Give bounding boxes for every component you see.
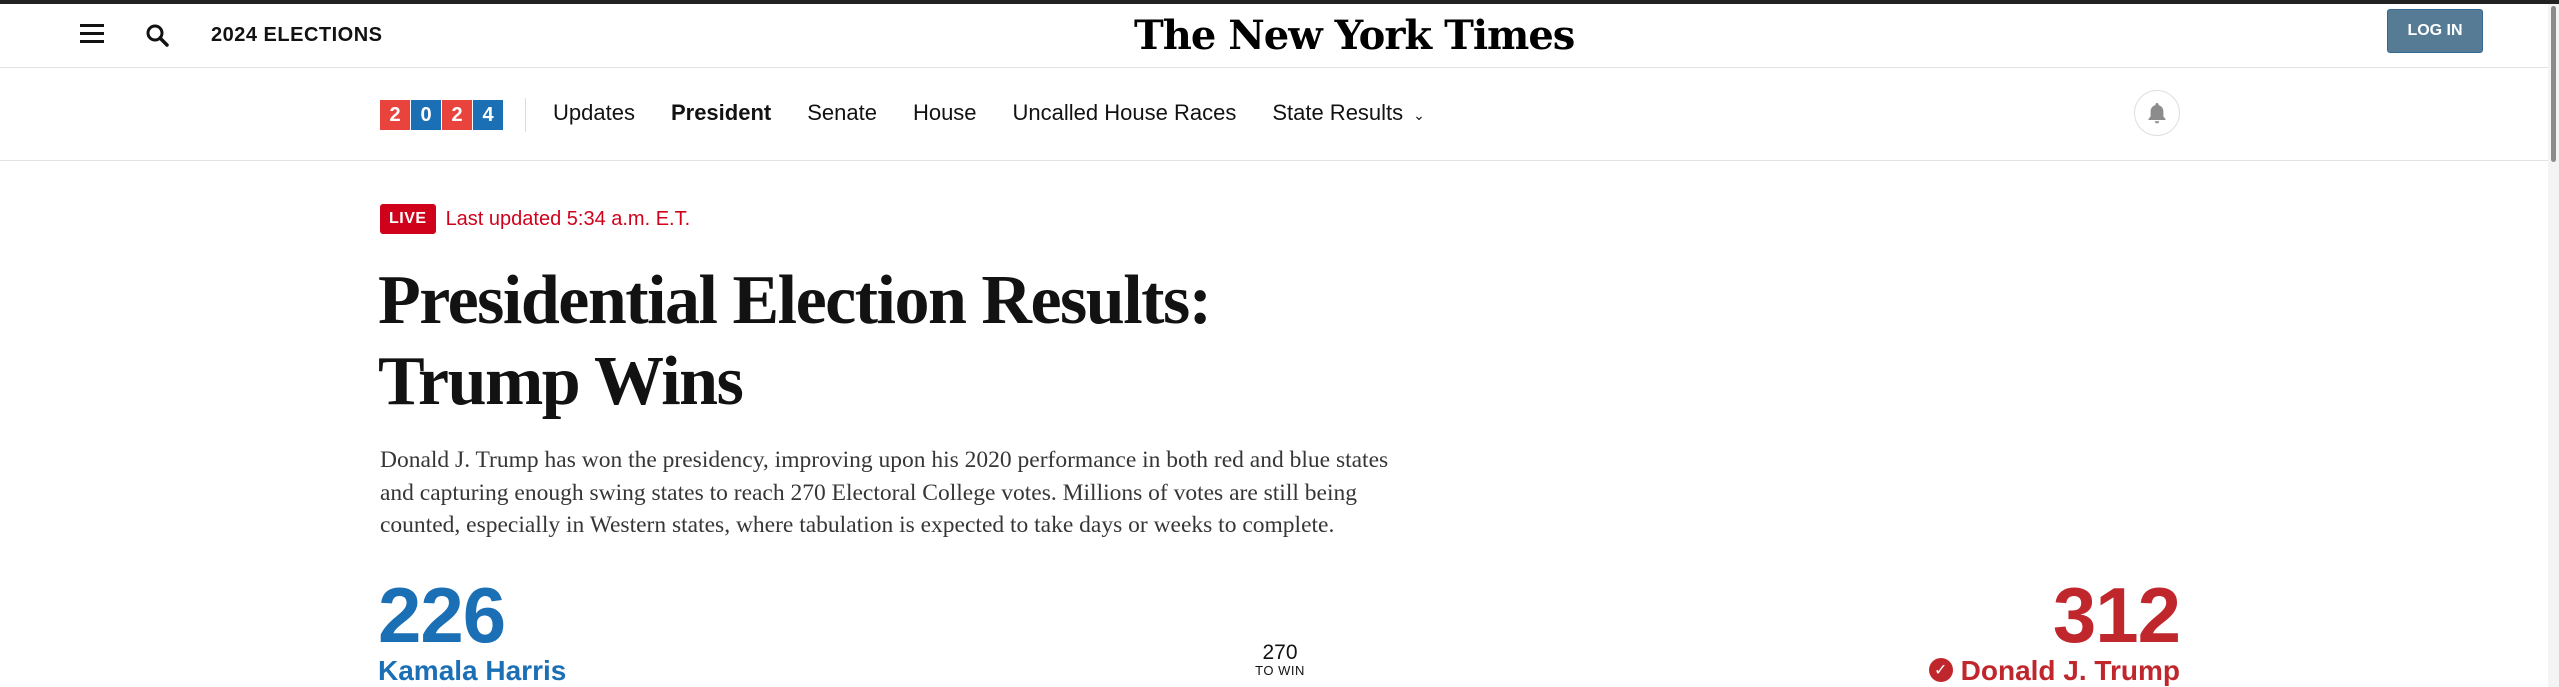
year-digit: 0 xyxy=(411,100,442,130)
year-digit: 2 xyxy=(442,100,473,130)
section-label[interactable]: 2024 ELECTIONS xyxy=(211,24,383,47)
chevron-down-icon: ⌄ xyxy=(1413,107,1425,123)
nav-link-state-results-label: State Results xyxy=(1272,100,1404,125)
nav-divider xyxy=(525,98,526,132)
nav-link-updates[interactable]: Updates xyxy=(553,100,635,126)
login-button[interactable]: LOG IN xyxy=(2387,9,2483,53)
scrollbar-thumb[interactable] xyxy=(2551,6,2556,162)
search-icon[interactable] xyxy=(144,22,172,50)
year-digit: 2 xyxy=(380,100,411,130)
trump-name: Donald J. Trump xyxy=(1960,655,2180,686)
year-2024-logo[interactable]: 2 0 2 4 xyxy=(380,100,503,130)
masthead: 2024 ELECTIONS The New York Times LOG IN xyxy=(0,4,2559,68)
nav-link-uncalled-house-races[interactable]: Uncalled House Races xyxy=(1013,100,1237,126)
article-summary: Donald J. Trump has won the presidency, … xyxy=(380,447,1389,538)
headline-line-2: Trump Wins xyxy=(378,343,744,420)
election-nav: 2 0 2 4 Updates President Senate House U… xyxy=(0,68,2559,161)
page-scrollbar[interactable] xyxy=(2548,4,2559,687)
live-badge: LIVE xyxy=(380,204,436,234)
nyt-logo[interactable]: The New York Times xyxy=(1134,12,1575,59)
nav-link-state-results[interactable]: State Results ⌄ xyxy=(1272,100,1425,126)
nav-link-president[interactable]: President xyxy=(671,100,771,126)
headline-line-1: Presidential Election Results: xyxy=(378,262,1212,339)
winner-check-icon: ✓ xyxy=(1928,658,1953,682)
harris-electoral-votes: 226 xyxy=(378,571,506,659)
live-status-row: LIVE Last updated 5:34 a.m. E.T. xyxy=(380,204,690,234)
harris-name: Kamala Harris xyxy=(378,655,567,686)
bell-icon[interactable] xyxy=(2134,90,2180,136)
page-title: Presidential Election Results: Trump Win… xyxy=(378,260,1378,422)
year-digit: 4 xyxy=(473,100,503,130)
nav-links: Updates President Senate House Uncalled … xyxy=(553,100,1461,126)
threshold-number: 270 xyxy=(1262,641,1298,664)
hamburger-menu-icon[interactable] xyxy=(80,24,106,48)
trump-winner-row: ✓ Donald J. Trump xyxy=(1928,654,2180,686)
harris-tally: 226 Kamala Harris xyxy=(378,576,566,686)
trump-tally: 312 ✓ Donald J. Trump xyxy=(1928,571,2181,686)
trump-electoral-votes: 312 xyxy=(2052,571,2181,659)
threshold-label: TO WIN xyxy=(1255,663,1305,678)
threshold-marker: 270 TO WIN xyxy=(1240,642,1320,678)
nav-link-senate[interactable]: Senate xyxy=(807,100,877,126)
nav-link-house[interactable]: House xyxy=(913,100,977,126)
last-updated-timestamp: Last updated 5:34 a.m. E.T. xyxy=(445,207,691,230)
